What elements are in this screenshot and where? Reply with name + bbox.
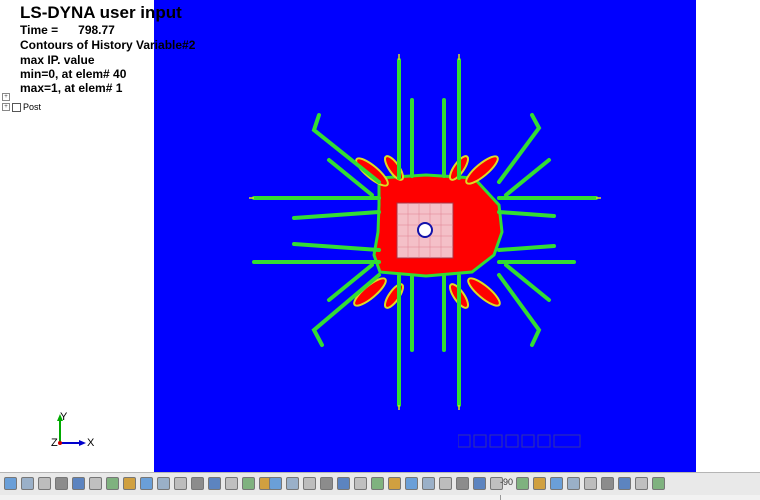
unit-icon[interactable] [269,477,282,490]
rotate-icon[interactable] [439,477,452,490]
model-tree[interactable]: + + Post [2,92,41,112]
solid-icon[interactable] [21,477,34,490]
checkbox-icon[interactable] [12,102,21,112]
status-bar [0,495,760,500]
play-back-icon[interactable] [489,434,503,448]
tree-post-row[interactable]: + Post [2,102,41,112]
feature-icon[interactable] [89,477,102,490]
cube-icon[interactable] [140,477,153,490]
expand-icon[interactable]: + [2,103,10,111]
step-forward-icon[interactable] [537,434,551,448]
contour-plot-area[interactable] [154,0,696,472]
time-readout: Time = 798.77 [20,23,115,37]
plot-title: LS-DYNA user input [20,3,182,22]
contour-label: Contours of History Variable#2 [20,38,196,52]
checker-icon[interactable] [584,477,597,490]
mesh-icon[interactable] [618,477,631,490]
bottom-toolbar: -90 [0,472,760,496]
axis-triad: Y Z X [51,411,95,448]
cube-icon[interactable] [286,477,299,490]
cube-icon[interactable] [303,477,316,490]
cube-icon[interactable] [473,477,486,490]
house-icon[interactable] [550,477,563,490]
last-frame-icon[interactable] [553,434,581,448]
time-label: Time = [20,23,59,37]
step-back-icon[interactable] [473,434,487,448]
light-icon[interactable] [567,477,580,490]
cube-icon[interactable] [157,477,170,490]
angle-readout: -90 [500,477,514,487]
grid-icon[interactable] [123,477,136,490]
wire-icon[interactable] [38,477,51,490]
sphere-icon[interactable] [601,477,614,490]
z-axis-label: Z [51,437,58,448]
mesh-icon[interactable] [337,477,350,490]
edge-icon[interactable] [106,477,119,490]
value-mode: max IP. value [20,53,95,67]
x-axis-label: X [87,437,95,448]
shade-icon[interactable] [72,477,85,490]
cube-icon[interactable] [191,477,204,490]
zoom-icon[interactable] [422,477,435,490]
cube-icon[interactable] [225,477,238,490]
minus-icon[interactable] [405,477,418,490]
status-separator [500,495,501,500]
graphics-viewport[interactable]: LS-DYNA user input Time = 798.77 Contour… [0,0,760,472]
right-panel [696,0,760,472]
mesh-icon[interactable] [4,477,17,490]
globe-icon[interactable] [456,477,469,490]
time-value: 798.77 [78,23,115,37]
first-frame-icon[interactable] [458,434,471,448]
animation-controls[interactable] [458,434,582,448]
fringe-plot [249,54,601,410]
min-readout: min=0, at elem# 40 [20,67,127,81]
cube-icon[interactable] [174,477,187,490]
plus-icon[interactable] [388,477,401,490]
hidden-icon[interactable] [55,477,68,490]
center-hole [417,222,433,238]
tree-post-label: Post [23,102,42,112]
stop-icon[interactable] [505,434,519,448]
cube-icon[interactable] [533,477,546,490]
angle-icon[interactable] [516,477,529,490]
play-icon[interactable] [521,434,535,448]
chat-icon[interactable] [652,477,665,490]
tree-root-row[interactable]: + [2,92,41,102]
picture-icon[interactable] [635,477,648,490]
text-icon[interactable] [354,477,367,490]
palette-icon[interactable] [242,477,255,490]
cube-icon[interactable] [320,477,333,490]
expand-icon[interactable]: + [2,93,10,101]
y-axis-label: Y [60,411,68,423]
marker-icon[interactable] [371,477,384,490]
cube-icon[interactable] [208,477,221,490]
